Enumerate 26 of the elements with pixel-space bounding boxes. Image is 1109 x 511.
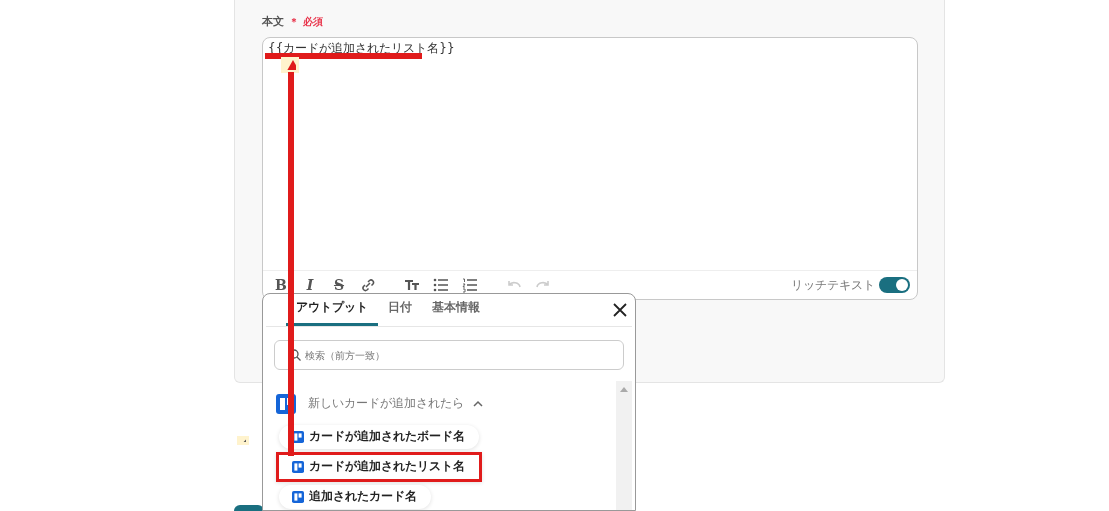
chevron-up-icon[interactable] <box>473 399 483 407</box>
popup-tab[interactable]: 日付 <box>378 298 422 326</box>
popup-tab[interactable]: 基本情報 <box>422 298 490 326</box>
bullet-list-icon[interactable] <box>433 277 449 293</box>
output-item[interactable]: カードが追加されたボード名 <box>279 425 479 449</box>
group-title: 新しいカードが追加されたら <box>308 395 464 412</box>
arrow-head <box>281 57 299 73</box>
rich-text-label: リッチテキスト <box>791 277 875 294</box>
close-icon[interactable] <box>613 303 627 317</box>
text-size-icon[interactable] <box>404 277 420 293</box>
link-icon[interactable] <box>360 277 376 293</box>
action-button[interactable] <box>234 505 264 511</box>
chevron-up-icon[interactable] <box>237 436 249 445</box>
rich-text-toggle[interactable] <box>879 277 910 293</box>
numbered-list-icon[interactable] <box>462 277 478 293</box>
board-icon <box>292 491 304 503</box>
board-icon <box>292 461 304 473</box>
bold-button[interactable]: B <box>270 275 292 295</box>
output-item[interactable]: カードが追加されたリスト名 <box>276 452 482 482</box>
italic-button[interactable]: I <box>299 275 321 295</box>
scrollbar[interactable] <box>616 381 632 510</box>
search-field[interactable]: 検索（前方一致） <box>274 340 624 370</box>
strike-button[interactable]: S <box>328 275 350 295</box>
output-item[interactable]: 追加されたカード名 <box>279 485 431 509</box>
field-label: 本文 <box>262 15 284 28</box>
required-label: ＊ 必須 <box>289 16 323 27</box>
